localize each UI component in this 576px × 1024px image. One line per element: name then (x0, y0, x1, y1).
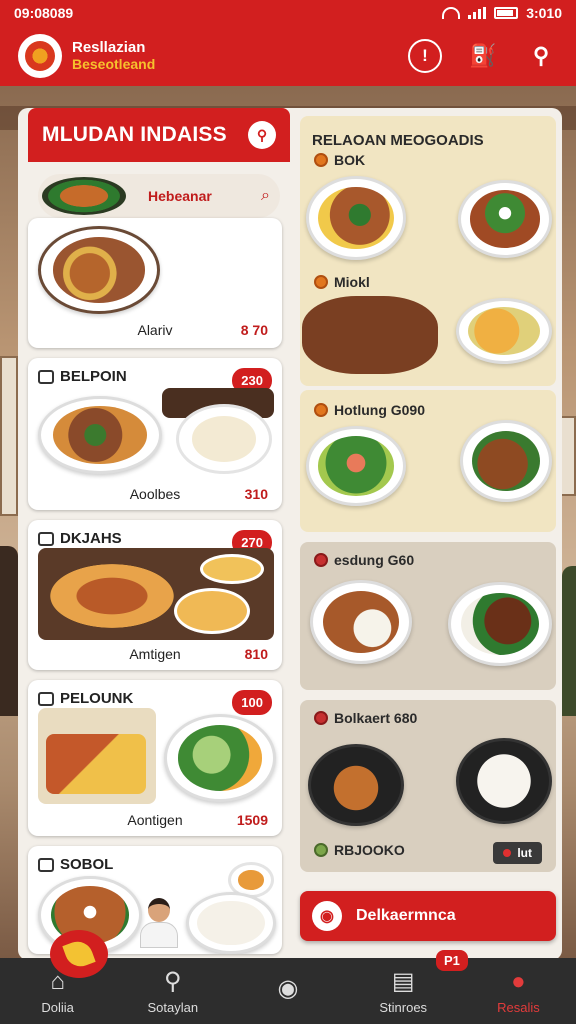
dish-price: 8 70 (240, 322, 268, 338)
section-label: BOK (314, 152, 365, 168)
category-dot-icon (314, 553, 328, 567)
status-bar: 09:08089 3:010 (0, 0, 576, 26)
section-label: Bolkaert 680 (314, 710, 417, 726)
category-icon (38, 531, 54, 546)
category-icon (38, 691, 54, 706)
dish-category: PELOUNK (38, 690, 133, 707)
search-icon[interactable]: ⚲ (248, 121, 276, 149)
rice-plate-image (186, 892, 276, 954)
brand-line-2: Beseotleand (72, 55, 156, 72)
status-pill[interactable]: lut (493, 842, 542, 864)
rice-bowl-image (176, 404, 272, 474)
search-input[interactable]: Hebeanar (148, 188, 212, 204)
nav-search[interactable]: ⚲ Sotaylan (115, 958, 230, 1024)
dish-category: BELPOIN (38, 368, 127, 385)
chef-avatar (140, 898, 178, 950)
category-dot-icon (314, 153, 328, 167)
section-title: RELAOAN MEOGOADIS (312, 132, 484, 149)
dish-image (164, 714, 276, 802)
dish-image[interactable] (310, 580, 412, 664)
dish-image[interactable] (306, 176, 406, 260)
nav-label: Doliia (41, 999, 74, 1015)
dish-icon: ◉ (312, 901, 342, 931)
noodle-thumbnail (42, 177, 126, 215)
nav-record[interactable]: ◉ (230, 958, 345, 1024)
bell-icon[interactable]: ⛽ (466, 39, 500, 73)
dish-category: DKJAHS (38, 530, 122, 547)
dish-image[interactable] (456, 298, 552, 364)
category-dot-icon (314, 843, 328, 857)
record-icon: ◉ (277, 975, 299, 1002)
dish-image[interactable] (448, 582, 552, 666)
leaf-fab-button[interactable] (50, 930, 108, 978)
profile-icon: ● (511, 967, 526, 995)
category-dot-icon (314, 711, 328, 725)
menu-section: Hotlung G090 (300, 390, 556, 532)
background-person (0, 546, 18, 716)
background-frame (560, 416, 576, 496)
status-clock: 3:010 (526, 5, 562, 21)
dish-image[interactable] (458, 180, 552, 258)
brand-name: Resllazian Beseotleand (72, 40, 155, 72)
dish-price: 810 (244, 646, 268, 662)
section-label: esdung G60 (314, 552, 414, 568)
brand-line-1: Resllazian (72, 39, 146, 57)
dish-badge: 100 (232, 690, 272, 715)
search-icon: ⚲ (164, 967, 182, 995)
search-bar[interactable]: Hebeanar ⌕ (38, 174, 280, 218)
leaf-icon (62, 937, 96, 971)
dish-category: SOBOL (38, 856, 113, 873)
menu-header: MLUDAN INDAISS ⚲ (28, 108, 290, 162)
wifi-icon (442, 7, 461, 19)
category-icon (38, 857, 54, 872)
restaurant-logo[interactable] (18, 34, 62, 78)
dish-image[interactable] (460, 420, 552, 502)
nav-label: Stinroes (379, 999, 428, 1015)
background-person (562, 566, 576, 716)
category-dot-icon (314, 403, 328, 417)
dish-image (38, 226, 160, 314)
logo-icon (25, 41, 55, 71)
featured-section: RELAOAN MEOGOADIS BOK Miokl (300, 116, 556, 386)
menu-title: MLUDAN INDAISS (42, 123, 227, 146)
dish-card[interactable]: Alariv 8 70 (28, 218, 282, 348)
info-icon[interactable]: ! (408, 39, 442, 73)
nav-label: Resalis (497, 999, 540, 1015)
background-frame (0, 356, 18, 516)
dish-image (38, 396, 162, 474)
section-label: Hotlung G090 (314, 402, 425, 418)
dish-image[interactable] (302, 296, 438, 374)
category-icon (38, 369, 54, 384)
dish-price: 1509 (236, 812, 268, 828)
notification-badge: P1 (436, 950, 468, 971)
nav-label: Sotaylan (147, 999, 199, 1015)
dish-card[interactable]: PELOUNK 100 Aontigen 1509 (28, 680, 282, 836)
dish-price: 310 (244, 486, 268, 502)
dish-image[interactable] (308, 744, 404, 826)
reservation-button[interactable]: ◉ Delkaermnca (300, 891, 556, 941)
dish-image[interactable] (456, 738, 552, 824)
signal-icon (468, 7, 487, 19)
menu-section: esdung G60 (300, 542, 556, 690)
app-header: Resllazian Beseotleand ! ⛽ ⚲ (0, 26, 576, 86)
menu-section: Bolkaert 680 RBJOOKO lut (300, 700, 556, 872)
battery-icon (494, 7, 519, 19)
section-label: Miokl (314, 274, 370, 290)
header-actions: ! ⛽ ⚲ (408, 39, 558, 73)
status-icons: 3:010 (442, 5, 562, 21)
location-icon[interactable]: ⚲ (524, 39, 558, 73)
dish-image[interactable] (306, 426, 406, 506)
dish-image (38, 548, 274, 640)
dish-image (38, 708, 156, 804)
dish-card[interactable]: BELPOIN 230 Aoolbes 310 (28, 358, 282, 510)
menu-left-column: MLUDAN INDAISS ⚲ Hebeanar ⌕ Alariv 8 70 … (28, 108, 290, 958)
nav-profile[interactable]: ● Resalis (461, 958, 576, 1024)
section-label: RBJOOKO (314, 842, 405, 858)
search-icon[interactable]: ⌕ (261, 187, 270, 205)
category-dot-icon (314, 275, 328, 289)
status-time: 09:08089 (14, 5, 74, 21)
dish-card[interactable]: DKJAHS 270 Amtigen 810 (28, 520, 282, 670)
store-icon: ▤ (391, 967, 415, 995)
cta-label: Delkaermnca (356, 907, 456, 924)
